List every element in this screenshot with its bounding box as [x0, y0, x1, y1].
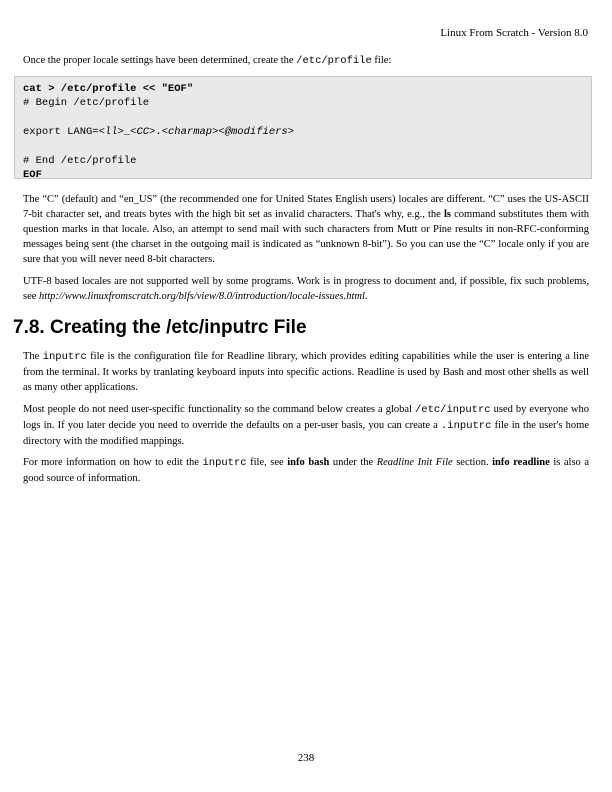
inputrc-intro-paragraph: The inputrc file is the configuration fi…	[23, 351, 589, 393]
code-line-end-comment: # End /etc/profile	[23, 154, 137, 167]
ls-command: ls	[443, 209, 451, 220]
user-inputrc-filename: .inputrc	[441, 420, 492, 432]
code-line-export: export LANG=<ll>_<CC>.<charmap><@modifie…	[23, 126, 295, 139]
code-line-cat: cat > /etc/profile << "EOF"	[23, 83, 194, 95]
inputrc-filename: inputrc	[202, 457, 247, 469]
locale-explanation-paragraph: The “C” (default) and “en_US” (the recom…	[23, 194, 589, 265]
running-header: Linux From Scratch - Version 8.0	[440, 27, 588, 39]
profile-filename: /etc/profile	[296, 55, 372, 67]
info-bash-command: info bash	[287, 457, 330, 468]
utf8-paragraph: UTF-8 based locales are not supported we…	[23, 276, 589, 302]
intro-paragraph: Once the proper locale settings have bee…	[23, 55, 392, 67]
code-line-begin-comment: # Begin /etc/profile	[23, 97, 150, 110]
readline-init-file-section: Readline Init File	[376, 457, 453, 468]
inputrc-filename: inputrc	[42, 351, 87, 363]
etc-inputrc-filename: /etc/inputrc	[414, 404, 491, 416]
locale-issues-link[interactable]: http://www.linuxfromscratch.org/blfs/vie…	[39, 291, 365, 302]
section-heading: 7.8. Creating the /etc/inputrc File	[13, 317, 307, 338]
code-line-eof: EOF	[23, 169, 42, 182]
global-inputrc-paragraph: Most people do not need user-specific fu…	[23, 404, 589, 447]
more-info-paragraph: For more information on how to edit the …	[23, 457, 589, 484]
code-placeholder-modifiers: <@modifiers>	[218, 126, 295, 139]
code-placeholder-charmap: <charmap>	[161, 126, 219, 139]
info-readline-command: info readline	[492, 457, 550, 468]
profile-code-block: cat > /etc/profile << "EOF" # Begin /etc/…	[14, 76, 592, 182]
page-number: 238	[297, 752, 315, 764]
code-placeholder-cc: <CC>	[130, 126, 156, 139]
code-placeholder-ll: <ll>	[98, 126, 124, 139]
